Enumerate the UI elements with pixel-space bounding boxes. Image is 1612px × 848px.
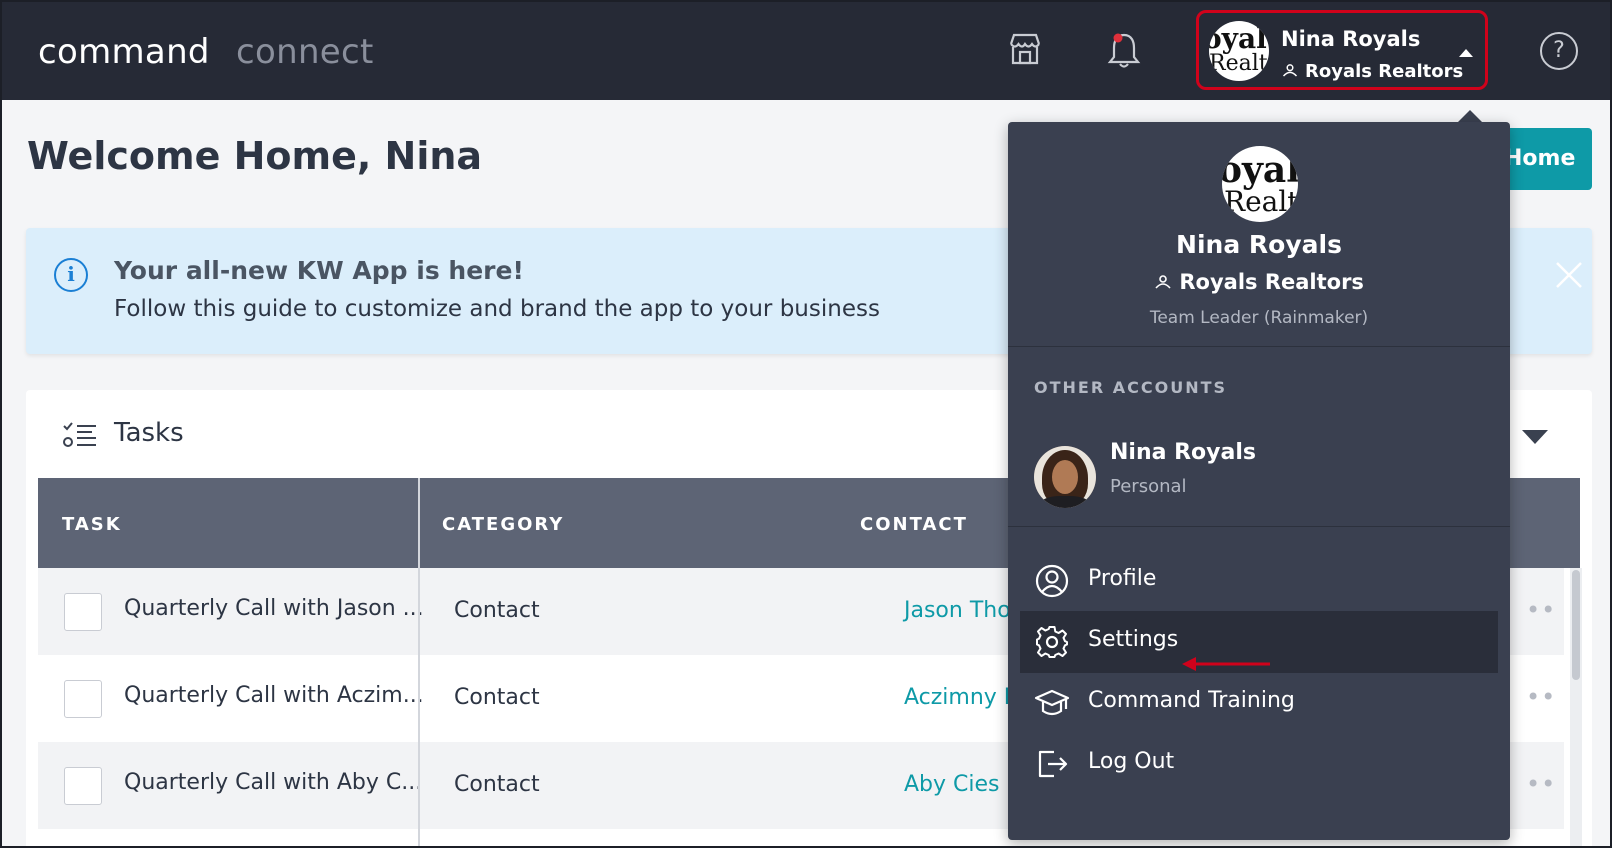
app-frame: command connect oyal Realto Nina Royals … bbox=[0, 0, 1612, 848]
task-title[interactable]: Quarterly Call with Jason ... bbox=[124, 596, 424, 621]
logo-text-line1: oyal bbox=[1222, 149, 1298, 191]
personal-account-avatar[interactable] bbox=[1034, 446, 1096, 508]
notification-bell-icon[interactable] bbox=[1106, 30, 1142, 70]
menu-item-log-out[interactable]: Log Out bbox=[1020, 733, 1498, 795]
scrollbar-thumb[interactable] bbox=[1572, 570, 1580, 680]
logout-icon bbox=[1038, 750, 1068, 778]
column-divider bbox=[418, 478, 420, 846]
divider bbox=[1008, 346, 1510, 347]
task-checkbox[interactable] bbox=[64, 593, 102, 631]
menu-item-label: Settings bbox=[1088, 627, 1179, 652]
other-account-type: Personal bbox=[1110, 476, 1187, 497]
menu-item-label: Profile bbox=[1088, 566, 1157, 591]
logo-text-line2: Realto bbox=[1224, 185, 1298, 218]
more-options-icon[interactable]: •• bbox=[1526, 770, 1556, 798]
task-category: Contact bbox=[454, 772, 540, 797]
task-contact-link[interactable]: Aby Cies bbox=[904, 772, 1000, 797]
chevron-down-icon[interactable] bbox=[1522, 430, 1548, 444]
menu-item-label: Log Out bbox=[1088, 749, 1175, 774]
task-list-icon bbox=[63, 422, 96, 447]
menu-item-profile[interactable]: Profile bbox=[1020, 550, 1498, 612]
task-title[interactable]: Quarterly Call with Aczim... bbox=[124, 683, 424, 708]
graduation-cap-icon bbox=[1034, 689, 1070, 716]
account-team: Royals Realtors bbox=[1281, 61, 1463, 82]
table-scrollbar[interactable] bbox=[1570, 568, 1582, 846]
task-category: Contact bbox=[454, 598, 540, 623]
dropdown-account-team: Royals Realtors bbox=[1008, 270, 1510, 294]
account-team-label: Royals Realtors bbox=[1305, 61, 1464, 82]
task-title[interactable]: Quarterly Call with Aby C... bbox=[124, 770, 422, 795]
team-logo-avatar: oyal Realto bbox=[1222, 146, 1298, 222]
divider bbox=[1008, 526, 1510, 527]
page-title: Welcome Home, Nina bbox=[27, 134, 483, 178]
account-dropdown-menu: oyal Realto Nina Royals Royals Realtors … bbox=[1008, 122, 1510, 840]
menu-item-command-training[interactable]: Command Training bbox=[1020, 672, 1498, 734]
team-icon bbox=[1155, 275, 1171, 289]
banner-subtitle: Follow this guide to customize and brand… bbox=[114, 296, 880, 322]
account-name: Nina Royals bbox=[1281, 27, 1421, 51]
dropdown-account-role: Team Leader (Rainmaker) bbox=[1149, 308, 1369, 328]
close-icon[interactable] bbox=[1552, 258, 1586, 292]
menu-item-label: Command Training bbox=[1088, 688, 1295, 713]
info-icon: i bbox=[54, 258, 88, 292]
task-category: Contact bbox=[454, 685, 540, 710]
logo-text-line1: oyal bbox=[1209, 22, 1267, 55]
brand-command-link[interactable]: command bbox=[38, 32, 210, 72]
task-checkbox[interactable] bbox=[64, 767, 102, 805]
more-options-icon[interactable]: •• bbox=[1526, 683, 1556, 711]
column-header-category[interactable]: CATEGORY bbox=[442, 514, 564, 535]
dropdown-pointer bbox=[1458, 110, 1482, 122]
other-account-name[interactable]: Nina Royals bbox=[1110, 440, 1256, 465]
more-options-icon[interactable]: •• bbox=[1526, 596, 1556, 624]
user-circle-icon bbox=[1035, 564, 1069, 598]
team-logo-avatar: oyal Realto bbox=[1209, 21, 1269, 81]
other-accounts-heading: OTHER ACCOUNTS bbox=[1034, 378, 1228, 397]
brand-connect-link[interactable]: connect bbox=[236, 32, 374, 72]
dropdown-account-name: Nina Royals bbox=[1176, 230, 1342, 259]
column-header-contact[interactable]: CONTACT bbox=[860, 514, 968, 535]
caret-up-icon bbox=[1459, 49, 1473, 57]
task-checkbox[interactable] bbox=[64, 680, 102, 718]
team-icon bbox=[1282, 64, 1298, 77]
gear-icon bbox=[1036, 626, 1068, 658]
logo-text-line2: Realto bbox=[1209, 51, 1269, 76]
column-header-task[interactable]: TASK bbox=[62, 514, 122, 535]
help-icon[interactable]: ? bbox=[1540, 32, 1578, 70]
storefront-icon[interactable] bbox=[1008, 32, 1042, 66]
annotation-arrow-icon bbox=[1182, 657, 1270, 671]
tasks-title: Tasks bbox=[114, 418, 184, 448]
banner-title: Your all-new KW App is here! bbox=[114, 256, 524, 285]
account-switcher-button[interactable]: oyal Realto Nina Royals Royals Realtors bbox=[1196, 10, 1488, 90]
top-bar: command connect oyal Realto Nina Royals … bbox=[2, 2, 1610, 100]
dropdown-team-label: Royals Realtors bbox=[1179, 270, 1364, 294]
